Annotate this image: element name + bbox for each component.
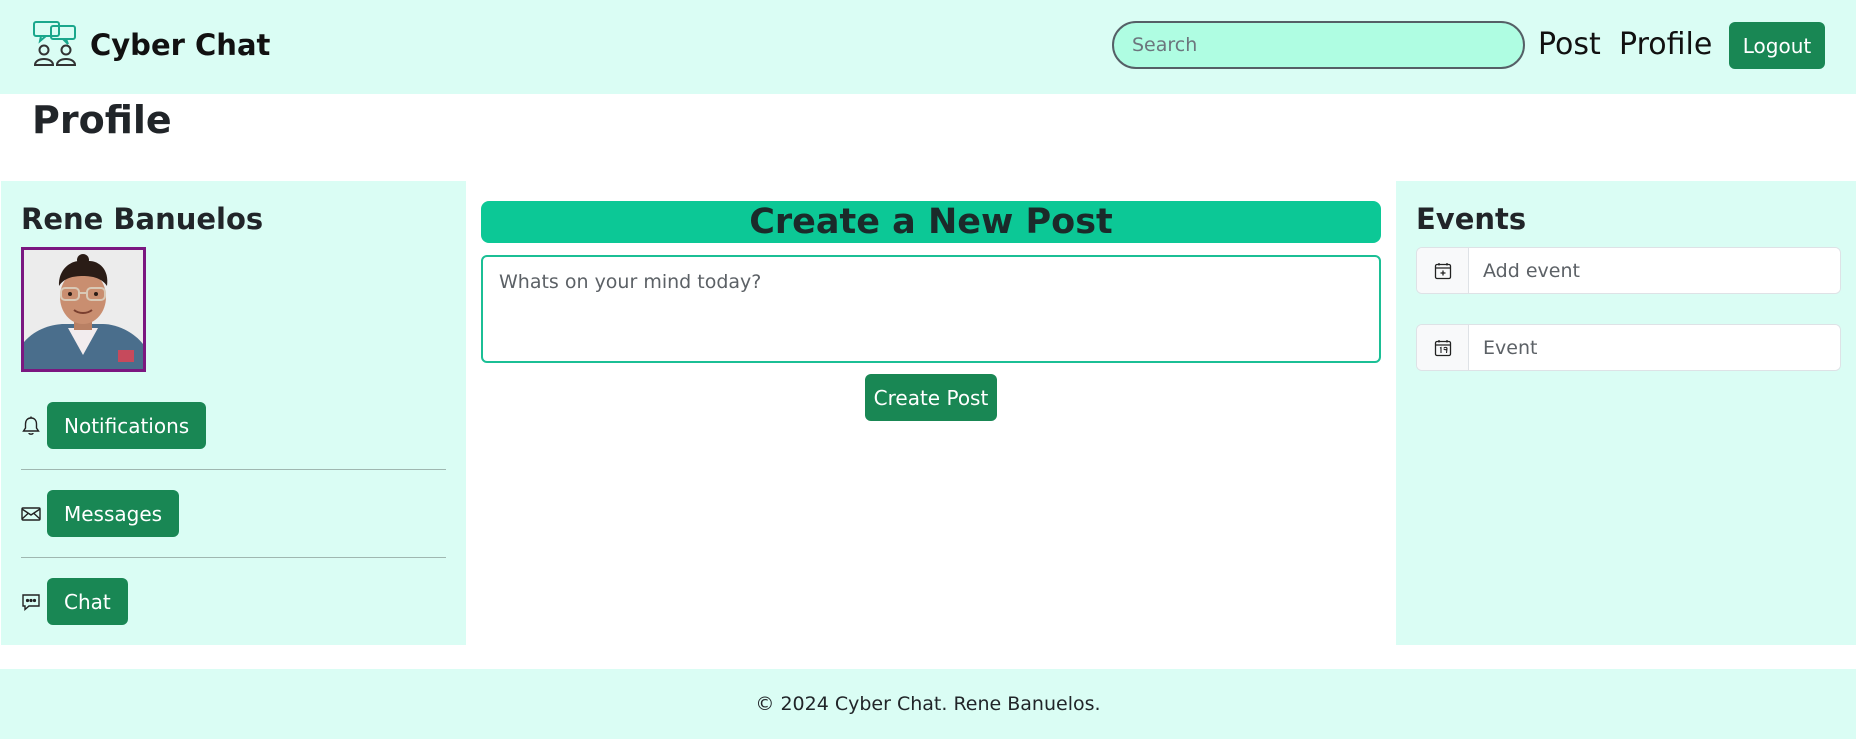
chat-button[interactable]: Chat	[47, 578, 128, 625]
add-event-group	[1416, 247, 1841, 294]
nav-link-post[interactable]: Post	[1538, 24, 1601, 66]
chat-users-icon	[33, 21, 77, 66]
events-heading: Events	[1416, 202, 1527, 236]
brand[interactable]: Cyber Chat	[32, 18, 270, 72]
envelope-icon	[21, 506, 41, 521]
event-group	[1416, 324, 1841, 371]
bell-icon	[22, 416, 40, 435]
messages-row: Messages	[20, 490, 180, 537]
chat-row: Chat	[20, 578, 128, 625]
navbar: Cyber Chat Post Profile Logout	[0, 0, 1856, 94]
notifications-button[interactable]: Notifications	[47, 402, 207, 449]
messages-button[interactable]: Messages	[47, 490, 180, 537]
nav-link-profile[interactable]: Profile	[1619, 24, 1712, 66]
page-title: Profile	[32, 98, 172, 142]
post-input[interactable]	[481, 255, 1381, 363]
logout-button[interactable]: Logout	[1729, 22, 1825, 69]
divider	[21, 469, 446, 470]
event-input[interactable]	[1469, 325, 1840, 370]
calendar-date-icon	[1434, 339, 1451, 356]
search-input[interactable]	[1112, 21, 1525, 69]
notifications-row: Notifications	[20, 402, 207, 449]
add-event-input[interactable]	[1469, 248, 1840, 293]
chat-dots-icon	[22, 593, 40, 611]
avatar	[21, 247, 146, 372]
calendar-plus-icon	[1434, 262, 1451, 279]
brand-name: Cyber Chat	[90, 28, 271, 62]
calendar-plus-icon-wrap[interactable]	[1417, 248, 1469, 293]
footer: © 2024 Cyber Chat. Rene Banuelos.	[0, 669, 1856, 739]
footer-text: © 2024 Cyber Chat. Rene Banuelos.	[755, 693, 1101, 715]
create-post-button[interactable]: Create Post	[865, 374, 997, 421]
profile-name: Rene Banuelos	[21, 202, 264, 236]
avatar-photo	[24, 250, 143, 369]
calendar-date-icon-wrap[interactable]	[1417, 325, 1469, 370]
divider	[21, 557, 446, 558]
create-post-heading: Create a New Post	[481, 201, 1381, 243]
